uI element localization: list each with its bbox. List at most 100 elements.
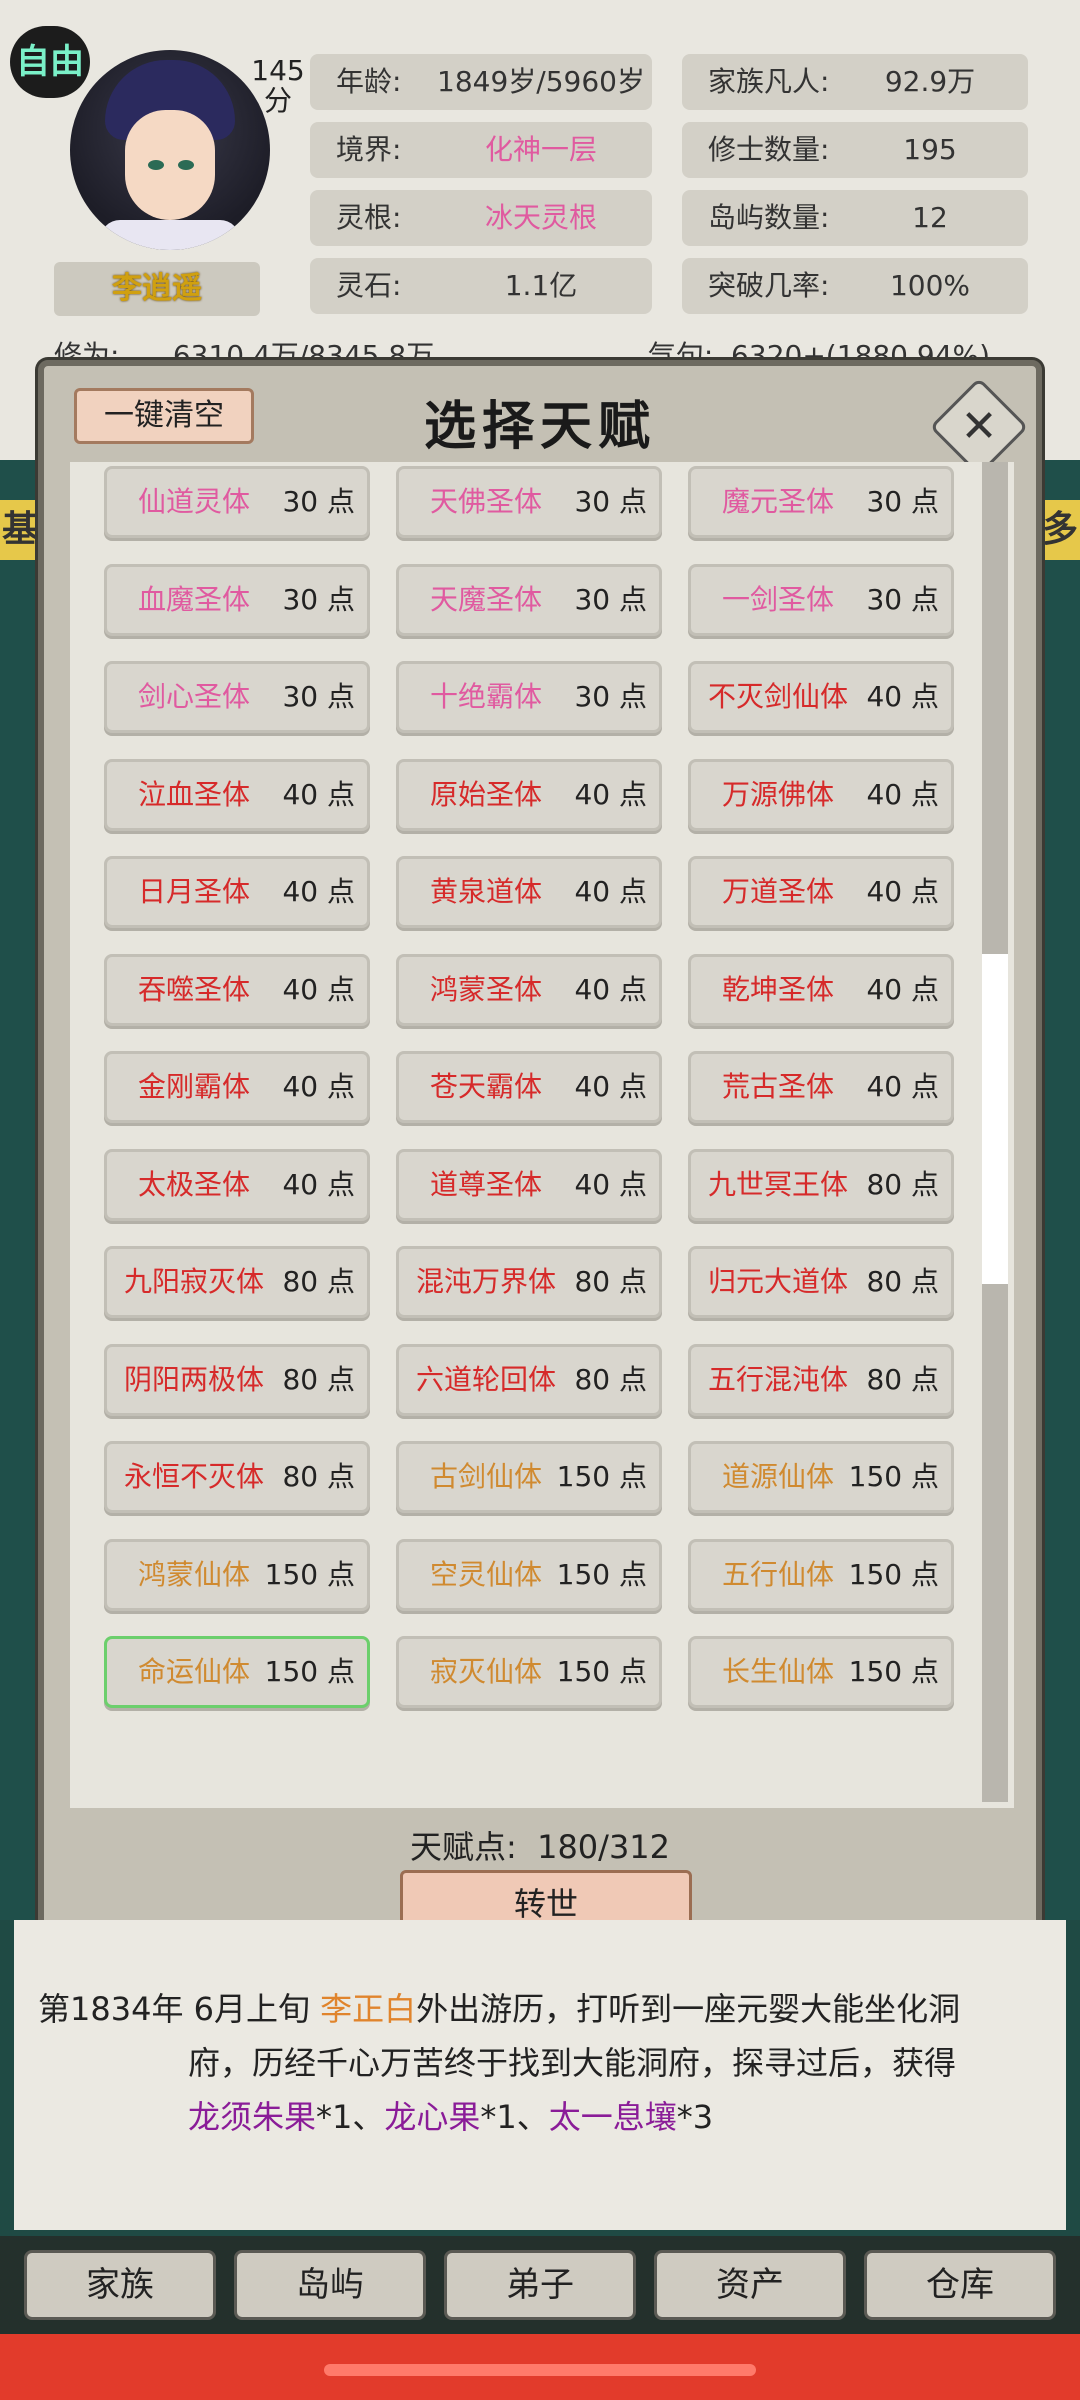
talent-option[interactable]: 血魔圣体 30 点: [104, 563, 370, 636]
talent-option[interactable]: 金刚霸体 40 点: [104, 1051, 370, 1123]
talent-cost: 30 点: [282, 485, 355, 518]
talent-option[interactable]: 五行仙体 150 点: [688, 1538, 954, 1611]
nav-warehouse-button[interactable]: 仓库: [864, 2250, 1056, 2320]
talent-option[interactable]: 天佛圣体 30 点: [396, 466, 662, 538]
nav-disciple-button[interactable]: 弟子: [444, 2250, 636, 2320]
talent-cost: 80 点: [282, 1362, 355, 1396]
log-item[interactable]: 龙心果: [384, 2098, 480, 2136]
log-text-continued: 府，历经千心万苦终于找到大能洞府，探寻过后，获得: [188, 2044, 957, 2082]
talent-cost: 30 点: [866, 485, 939, 518]
talent-name: 六道轮回体: [415, 1362, 556, 1396]
talent-name: 剑心圣体: [137, 680, 250, 713]
talent-cost: 150 点: [556, 1655, 647, 1688]
talent-option[interactable]: 不灭剑仙体 40 点: [688, 661, 954, 733]
talent-option[interactable]: 万道圣体 40 点: [688, 856, 954, 928]
stat-value: 1849岁/5960岁: [437, 65, 645, 98]
talent-option[interactable]: 仙道灵体 30 点: [104, 466, 370, 538]
bottom-navigation: 家族 岛屿 弟子 资产 仓库: [0, 2236, 1080, 2334]
stat-left-2: 灵根: 冰天灵根: [310, 190, 652, 246]
talent-option[interactable]: 阴阳两极体 80 点: [104, 1343, 370, 1416]
talent-option[interactable]: 五行混沌体 80 点: [688, 1343, 954, 1416]
talent-cost: 80 点: [574, 1362, 647, 1396]
talent-name: 鸿蒙圣体: [429, 972, 542, 1006]
talent-name: 十绝霸体: [429, 680, 542, 713]
stat-key: 突破几率:: [708, 269, 830, 302]
talent-option[interactable]: 太极圣体 40 点: [104, 1148, 370, 1221]
stat-value: 92.9万: [884, 65, 976, 98]
talent-cost: 40 点: [866, 777, 939, 811]
talent-name: 归元大道体: [707, 1265, 848, 1298]
talent-option[interactable]: 原始圣体 40 点: [396, 758, 662, 831]
talent-name: 原始圣体: [429, 777, 542, 811]
talent-cost: 30 点: [866, 582, 939, 616]
talent-option[interactable]: 乾坤圣体 40 点: [688, 953, 954, 1026]
talent-option[interactable]: 吞噬圣体 40 点: [104, 953, 370, 1026]
log-qty: *3: [676, 2098, 714, 2136]
talent-option[interactable]: 万源佛体 40 点: [688, 758, 954, 831]
map-edge-label-right: 多: [1040, 500, 1080, 560]
free-mode-badge[interactable]: 自由: [10, 26, 90, 98]
talent-name: 古剑仙体: [429, 1460, 542, 1493]
talent-option[interactable]: 归元大道体 80 点: [688, 1246, 954, 1318]
log-person[interactable]: 李正白: [320, 1990, 416, 2028]
talent-option[interactable]: 泣血圣体 40 点: [104, 758, 370, 831]
log-item[interactable]: 龙须朱果: [188, 2098, 316, 2136]
talent-cost: 40 点: [574, 1070, 647, 1103]
talent-points-label: 天赋点: 180/312: [409, 1828, 671, 1866]
talent-cost: 150 点: [848, 1460, 939, 1493]
talent-option[interactable]: 长生仙体 150 点: [688, 1636, 954, 1708]
nav-island-button[interactable]: 岛屿: [234, 2250, 426, 2320]
talent-name: 九阳寂灭体: [123, 1265, 264, 1298]
talent-option[interactable]: 魔元圣体 30 点: [688, 466, 954, 538]
avatar[interactable]: [70, 50, 270, 250]
talent-option[interactable]: 鸿蒙圣体 40 点: [396, 953, 662, 1026]
talent-option[interactable]: 永恒不灭体 80 点: [104, 1441, 370, 1513]
talent-name: 道尊圣体: [429, 1167, 542, 1201]
talent-name: 天佛圣体: [429, 485, 542, 518]
talent-option[interactable]: 十绝霸体 30 点: [396, 661, 662, 733]
log-date: 第1834年 6月上旬: [38, 1990, 321, 2028]
talent-name: 道源仙体: [721, 1460, 834, 1493]
talent-option[interactable]: 荒古圣体 40 点: [688, 1051, 954, 1123]
talent-option[interactable]: 寂灭仙体 150 点: [396, 1636, 662, 1708]
scrollbar-thumb[interactable]: [982, 954, 1008, 1284]
talent-cost: 40 点: [866, 875, 939, 908]
talent-name: 乾坤圣体: [721, 972, 834, 1006]
talent-option[interactable]: 道尊圣体 40 点: [396, 1148, 662, 1221]
talent-cost: 150 点: [556, 1460, 647, 1493]
talent-option[interactable]: 空灵仙体 150 点: [396, 1538, 662, 1611]
talent-name: 金刚霸体: [137, 1070, 250, 1103]
talent-option[interactable]: 天魔圣体 30 点: [396, 563, 662, 636]
talent-cost: 150 点: [848, 1557, 939, 1591]
talent-option[interactable]: 苍天霸体 40 点: [396, 1051, 662, 1123]
talent-cost: 30 点: [282, 680, 355, 713]
talent-name: 空灵仙体: [429, 1557, 542, 1591]
talent-option[interactable]: 古剑仙体 150 点: [396, 1441, 662, 1513]
talent-list[interactable]: 仙道灵体 30 点天佛圣体 30 点魔元圣体 30 点血魔圣体 30 点天魔圣体 30 点…: [70, 462, 1014, 1808]
nav-family-button[interactable]: 家族: [24, 2250, 216, 2320]
player-name[interactable]: 李逍遥: [54, 262, 260, 316]
stat-left-3: 灵石: 1.1亿: [310, 258, 652, 314]
home-indicator[interactable]: [324, 2364, 756, 2376]
talent-option[interactable]: 道源仙体 150 点: [688, 1441, 954, 1513]
stat-value: 冰天灵根: [484, 201, 597, 234]
stat-value: 12: [912, 201, 948, 234]
map-edge-label-left: 基: [0, 500, 40, 560]
talent-option[interactable]: 一剑圣体 30 点: [688, 563, 954, 636]
talent-cost: 150 点: [264, 1557, 355, 1591]
talent-option[interactable]: 日月圣体 40 点: [104, 856, 370, 928]
talent-option[interactable]: 剑心圣体 30 点: [104, 661, 370, 733]
talent-option[interactable]: 鸿蒙仙体 150 点: [104, 1538, 370, 1611]
talent-cost: 30 点: [282, 582, 355, 616]
stat-value: 195: [903, 133, 957, 166]
nav-assets-button[interactable]: 资产: [654, 2250, 846, 2320]
talent-option[interactable]: 九世冥王体 80 点: [688, 1148, 954, 1221]
log-item[interactable]: 太一息壤: [549, 2098, 677, 2136]
talent-option[interactable]: 黄泉道体 40 点: [396, 856, 662, 928]
talent-option[interactable]: 九阳寂灭体 80 点: [104, 1246, 370, 1318]
talent-option[interactable]: 命运仙体 150 点: [104, 1636, 370, 1708]
talent-cost: 40 点: [282, 777, 355, 811]
talent-option[interactable]: 六道轮回体 80 点: [396, 1343, 662, 1416]
talent-option[interactable]: 混沌万界体 80 点: [396, 1246, 662, 1318]
talent-name: 荒古圣体: [721, 1070, 834, 1103]
